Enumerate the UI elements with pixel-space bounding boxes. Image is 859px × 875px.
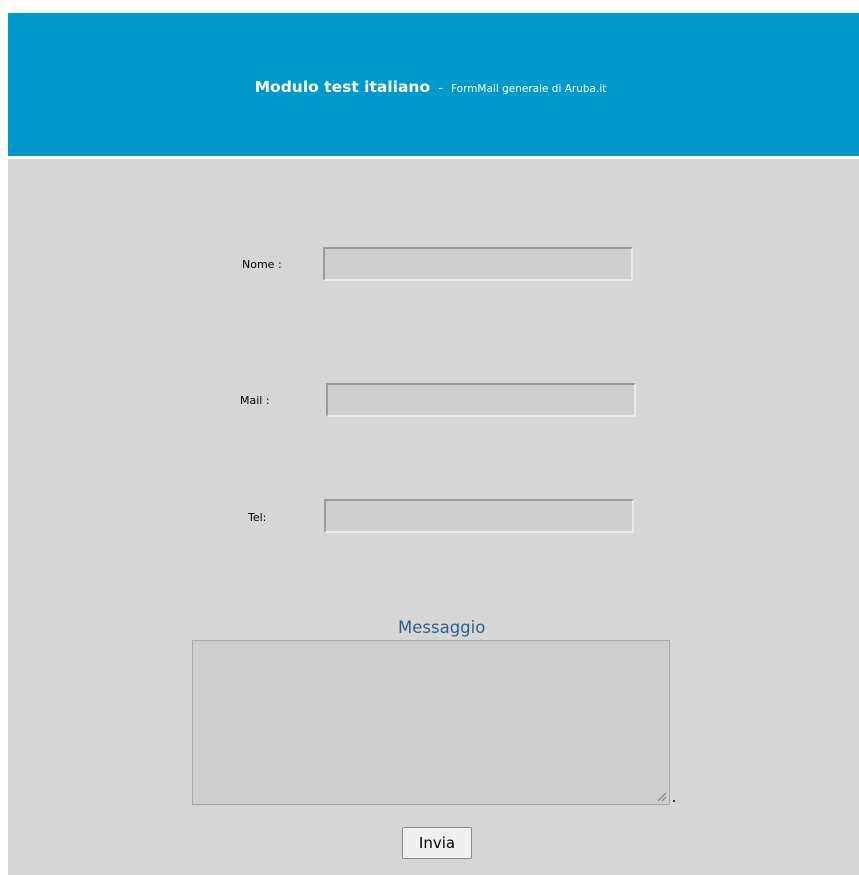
trailing-dot bbox=[673, 800, 675, 802]
page: Modulo test italiano - FormMail generale… bbox=[0, 0, 859, 875]
resize-grip-icon[interactable] bbox=[655, 790, 667, 802]
mail-field[interactable] bbox=[326, 383, 636, 417]
header-text: Modulo test italiano - FormMail generale… bbox=[255, 77, 607, 96]
tel-field[interactable] bbox=[324, 499, 634, 533]
submit-button[interactable]: Invia bbox=[402, 827, 472, 859]
page-subtitle: FormMail generale di Aruba.it bbox=[450, 83, 607, 95]
nome-label: Nome : bbox=[242, 258, 282, 271]
nome-field[interactable] bbox=[323, 247, 633, 281]
mail-label: Mail : bbox=[240, 394, 270, 407]
message-textarea[interactable] bbox=[192, 640, 670, 805]
message-label: Messaggio bbox=[398, 618, 486, 637]
header-banner: Modulo test italiano - FormMail generale… bbox=[8, 13, 859, 156]
page-title: Modulo test italiano bbox=[254, 78, 431, 96]
header-separator: - bbox=[438, 81, 443, 96]
tel-label: Tel: bbox=[248, 511, 267, 524]
